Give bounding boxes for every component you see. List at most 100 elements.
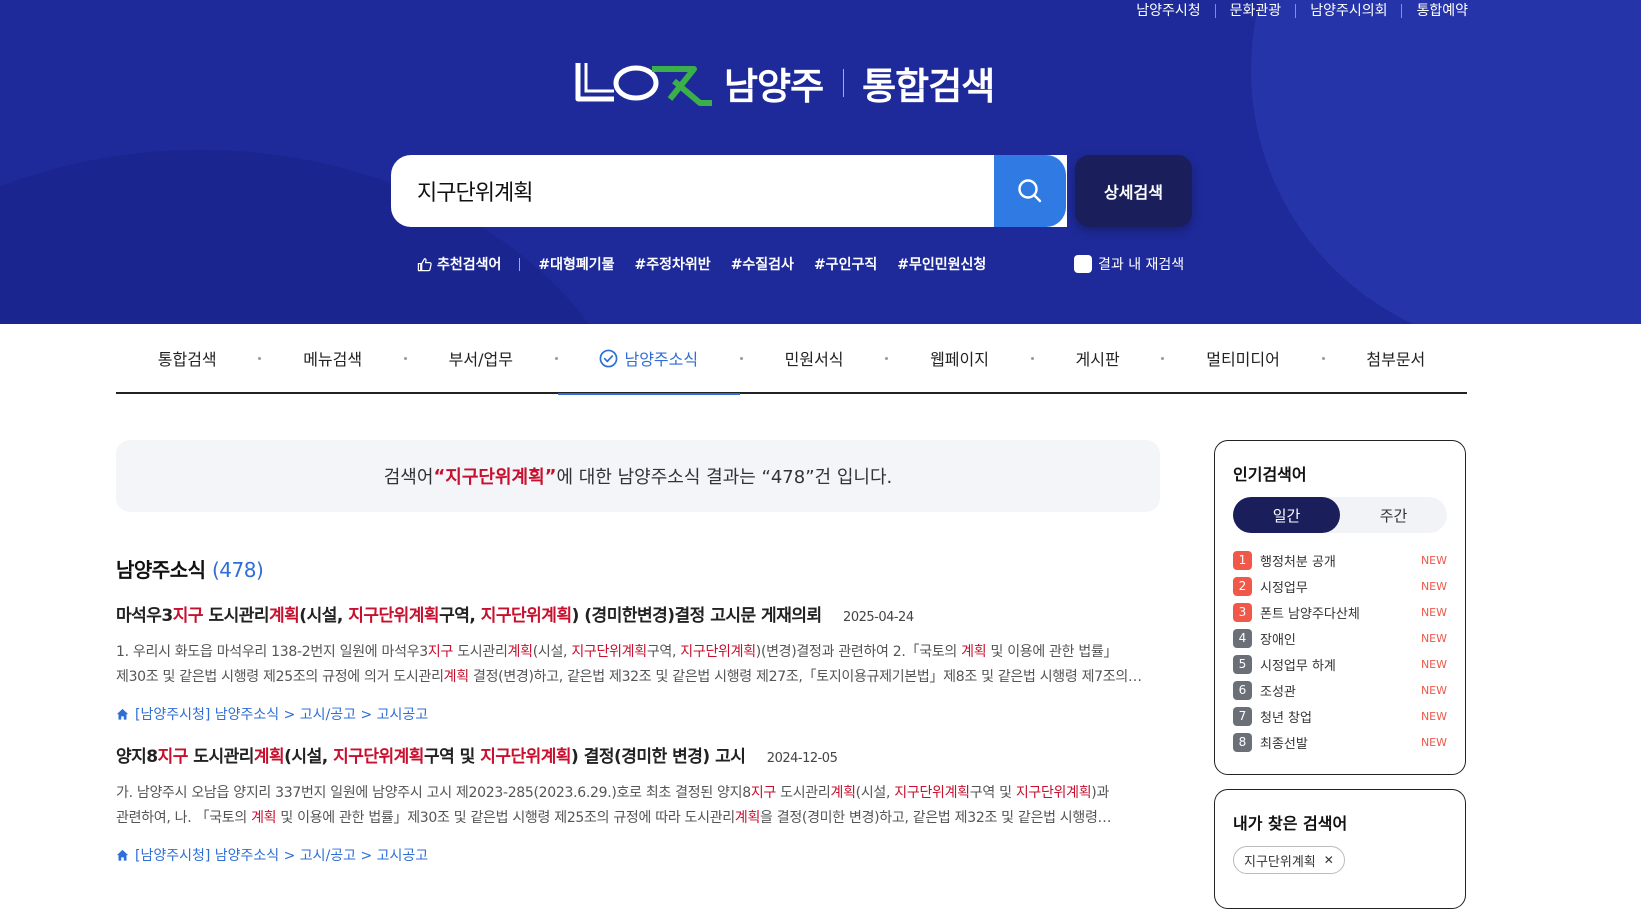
site-logo[interactable]: 남양주 통합검색 — [574, 58, 995, 108]
popular-keyword: 폰트 남양주다산체 — [1260, 606, 1360, 622]
result-path-text: [남양주시청] 남양주소식 > 고시/공고 > 고시공고 — [135, 848, 429, 864]
tab-label: 웹페이지 — [930, 350, 989, 369]
result-title[interactable]: 마석우3지구 도시관리계획(시설, 지구단위계획구역, 지구단위계획) (경미한… — [116, 601, 1162, 626]
popular-keyword: 시정업무 — [1260, 580, 1308, 596]
desc-highlight: 계획 — [830, 785, 856, 801]
popular-item[interactable]: 7 청년 창업 NEW — [1233, 703, 1447, 729]
search-button[interactable] — [994, 155, 1066, 227]
result-item: 양지8지구 도시관리계획(시설, 지구단위계획구역 및 지구단위계획) 결정(경… — [116, 742, 1162, 865]
detail-search-button[interactable]: 상세검색 — [1075, 155, 1192, 227]
tab-department[interactable]: 부서/업무 — [407, 323, 555, 393]
category-tabs: 통합검색 메뉴검색 부서/업무 남양주소식 민원서식 웹페이지 게시판 멀티미디… — [116, 323, 1467, 395]
desc-text: (시설, — [532, 644, 572, 660]
popular-item[interactable]: 8 최종선발 NEW — [1233, 729, 1447, 755]
title-highlight: 지구 — [172, 606, 204, 626]
result-date: 2024-12-05 — [766, 751, 838, 766]
recommend-tag[interactable]: #수질검사 — [731, 254, 794, 274]
rank-badge: 6 — [1233, 680, 1252, 700]
popular-keyword: 행정처분 공개 — [1260, 554, 1336, 570]
summary-keyword: 지구단위계획 — [445, 467, 545, 488]
result-title[interactable]: 양지8지구 도시관리계획(시설, 지구단위계획구역 및 지구단위계획) 결정(경… — [116, 742, 1162, 767]
period-daily-button[interactable]: 일간 — [1233, 497, 1340, 533]
result-path[interactable]: [남양주시청] 남양주소식 > 고시/공고 > 고시공고 — [116, 845, 1162, 865]
rank-badge: 3 — [1233, 602, 1252, 622]
new-badge: NEW — [1420, 683, 1447, 697]
namyangju-logo-icon — [575, 63, 712, 106]
tab-board[interactable]: 게시판 — [1034, 323, 1162, 393]
title-text: ) (경미한변경)결정 고시문 게재의뢰 — [571, 606, 823, 626]
check-circle-icon — [600, 349, 618, 367]
recommend-tag[interactable]: #대형폐기물 — [538, 254, 614, 274]
title-text: 양지8 — [116, 747, 158, 767]
tab-attachments[interactable]: 첨부문서 — [1325, 323, 1467, 393]
tab-forms[interactable]: 민원서식 — [743, 323, 885, 393]
desc-text: 제30조 및 같은법 시행령 제25조의 규정에 의거 도시관리 — [116, 669, 444, 685]
home-icon — [116, 708, 129, 720]
period-weekly-button[interactable]: 주간 — [1340, 497, 1447, 533]
popular-item[interactable]: 1 행정처분 공개 NEW — [1233, 547, 1447, 573]
recommend-tag[interactable]: #구인구직 — [814, 254, 877, 274]
util-link-reservation[interactable]: 통합예약 — [1401, 4, 1468, 18]
desc-highlight: 지구 — [750, 785, 776, 801]
desc-text: 및 이용에 관한 법률」 — [986, 644, 1118, 660]
desc-highlight: 지구단위계획 — [571, 644, 647, 660]
title-highlight: 지구단위계획 — [333, 747, 424, 767]
thumbs-up-icon — [417, 257, 432, 271]
util-link-city-hall[interactable]: 남양주시청 — [1122, 4, 1214, 18]
tab-multimedia[interactable]: 멀티미디어 — [1164, 323, 1321, 393]
popular-title: 인기검색어 — [1233, 465, 1307, 484]
util-link-culture-tour[interactable]: 문화관광 — [1214, 4, 1296, 18]
title-text: 도시관리 — [203, 606, 270, 626]
recommended-label-text: 추천검색어 — [437, 257, 502, 273]
result-path[interactable]: [남양주시청] 남양주소식 > 고시/공고 > 고시공고 — [116, 704, 1162, 724]
tab-label: 첨부문서 — [1366, 350, 1426, 369]
search-within-label: 결과 내 재검색 — [1098, 257, 1185, 273]
popular-item[interactable]: 2 시정업무 NEW — [1233, 573, 1447, 599]
result-date: 2025-04-24 — [843, 610, 914, 625]
recommend-tag[interactable]: #무인민원신청 — [897, 254, 986, 274]
popular-list: 1 행정처분 공개 NEW 2 시정업무 NEW 3 폰트 남양주다산체 NEW 4 장애인 N… — [1233, 547, 1447, 755]
my-search-chip[interactable]: 지구단위계획 ✕ — [1233, 846, 1345, 874]
desc-line: 제30조 및 같은법 시행령 제25조의 규정에 의거 도시관리계획 결정(변경… — [116, 665, 1162, 690]
title-text: ) 결정(경미한 변경) 고시 — [571, 747, 746, 767]
tab-news[interactable]: 남양주소식 — [557, 323, 741, 395]
tab-label: 부서/업무 — [448, 350, 513, 369]
search-within-results[interactable]: 결과 내 재검색 — [1074, 254, 1184, 274]
popular-item[interactable]: 5 시정업무 하계 NEW — [1233, 651, 1447, 677]
decor-circle — [1251, 0, 1641, 324]
logo-divider — [843, 69, 845, 97]
desc-highlight: 지구 — [427, 644, 454, 660]
desc-highlight: 지구단위계획 — [1015, 785, 1092, 801]
recommend-tag[interactable]: #주정차위반 — [635, 254, 711, 274]
popular-keyword: 최종선발 — [1260, 736, 1308, 752]
popular-item[interactable]: 4 장애인 NEW — [1233, 625, 1447, 651]
util-link-council[interactable]: 남양주시의회 — [1295, 4, 1401, 18]
tab-label: 통합검색 — [157, 350, 217, 369]
desc-text: 1. 우리시 화도읍 마석우리 138-2번지 일원에 마석우3 — [116, 644, 428, 660]
search-within-checkbox[interactable] — [1074, 255, 1092, 273]
popular-keyword: 청년 창업 — [1260, 710, 1312, 726]
rank-badge: 5 — [1233, 654, 1252, 674]
desc-text: (시설, — [855, 785, 895, 801]
new-badge: NEW — [1420, 735, 1447, 749]
title-text: 구역 및 — [423, 747, 481, 767]
tab-menu[interactable]: 메뉴검색 — [261, 323, 403, 393]
close-icon[interactable]: ✕ — [1324, 853, 1334, 867]
desc-highlight: 계획 — [961, 644, 987, 660]
title-highlight: 지구단위계획 — [480, 606, 572, 626]
summary-prefix: 검색어 — [383, 467, 434, 488]
result-description: 1. 우리시 화도읍 마석우리 138-2번지 일원에 마석우3지구 도시관리계… — [116, 640, 1162, 690]
desc-text: 및 이용에 관한 법률」제30조 및 같은법 시행령 제25조의 규정에 따라 … — [276, 810, 735, 826]
utility-links: 남양주시청 문화관광 남양주시의회 통합예약 — [1122, 0, 1468, 22]
tab-integrated[interactable]: 통합검색 — [116, 323, 258, 393]
result-path-text: [남양주시청] 남양주소식 > 고시/공고 > 고시공고 — [135, 707, 429, 723]
popular-item[interactable]: 6 조성관 NEW — [1233, 677, 1447, 703]
popular-item[interactable]: 3 폰트 남양주다산체 NEW — [1233, 599, 1447, 625]
title-highlight: 지구 — [157, 747, 189, 767]
section-title: 남양주소식 (478) — [116, 554, 264, 583]
tab-webpage[interactable]: 웹페이지 — [888, 323, 1030, 393]
desc-text: 가. 남양주시 오남읍 양지리 337번지 일원에 남양주시 고시 제2023-… — [116, 785, 751, 801]
desc-highlight: 계획 — [251, 810, 277, 826]
desc-text: )(변경)결정과 관련하여 2.「국토의 — [755, 644, 962, 660]
search-input[interactable] — [417, 178, 977, 204]
